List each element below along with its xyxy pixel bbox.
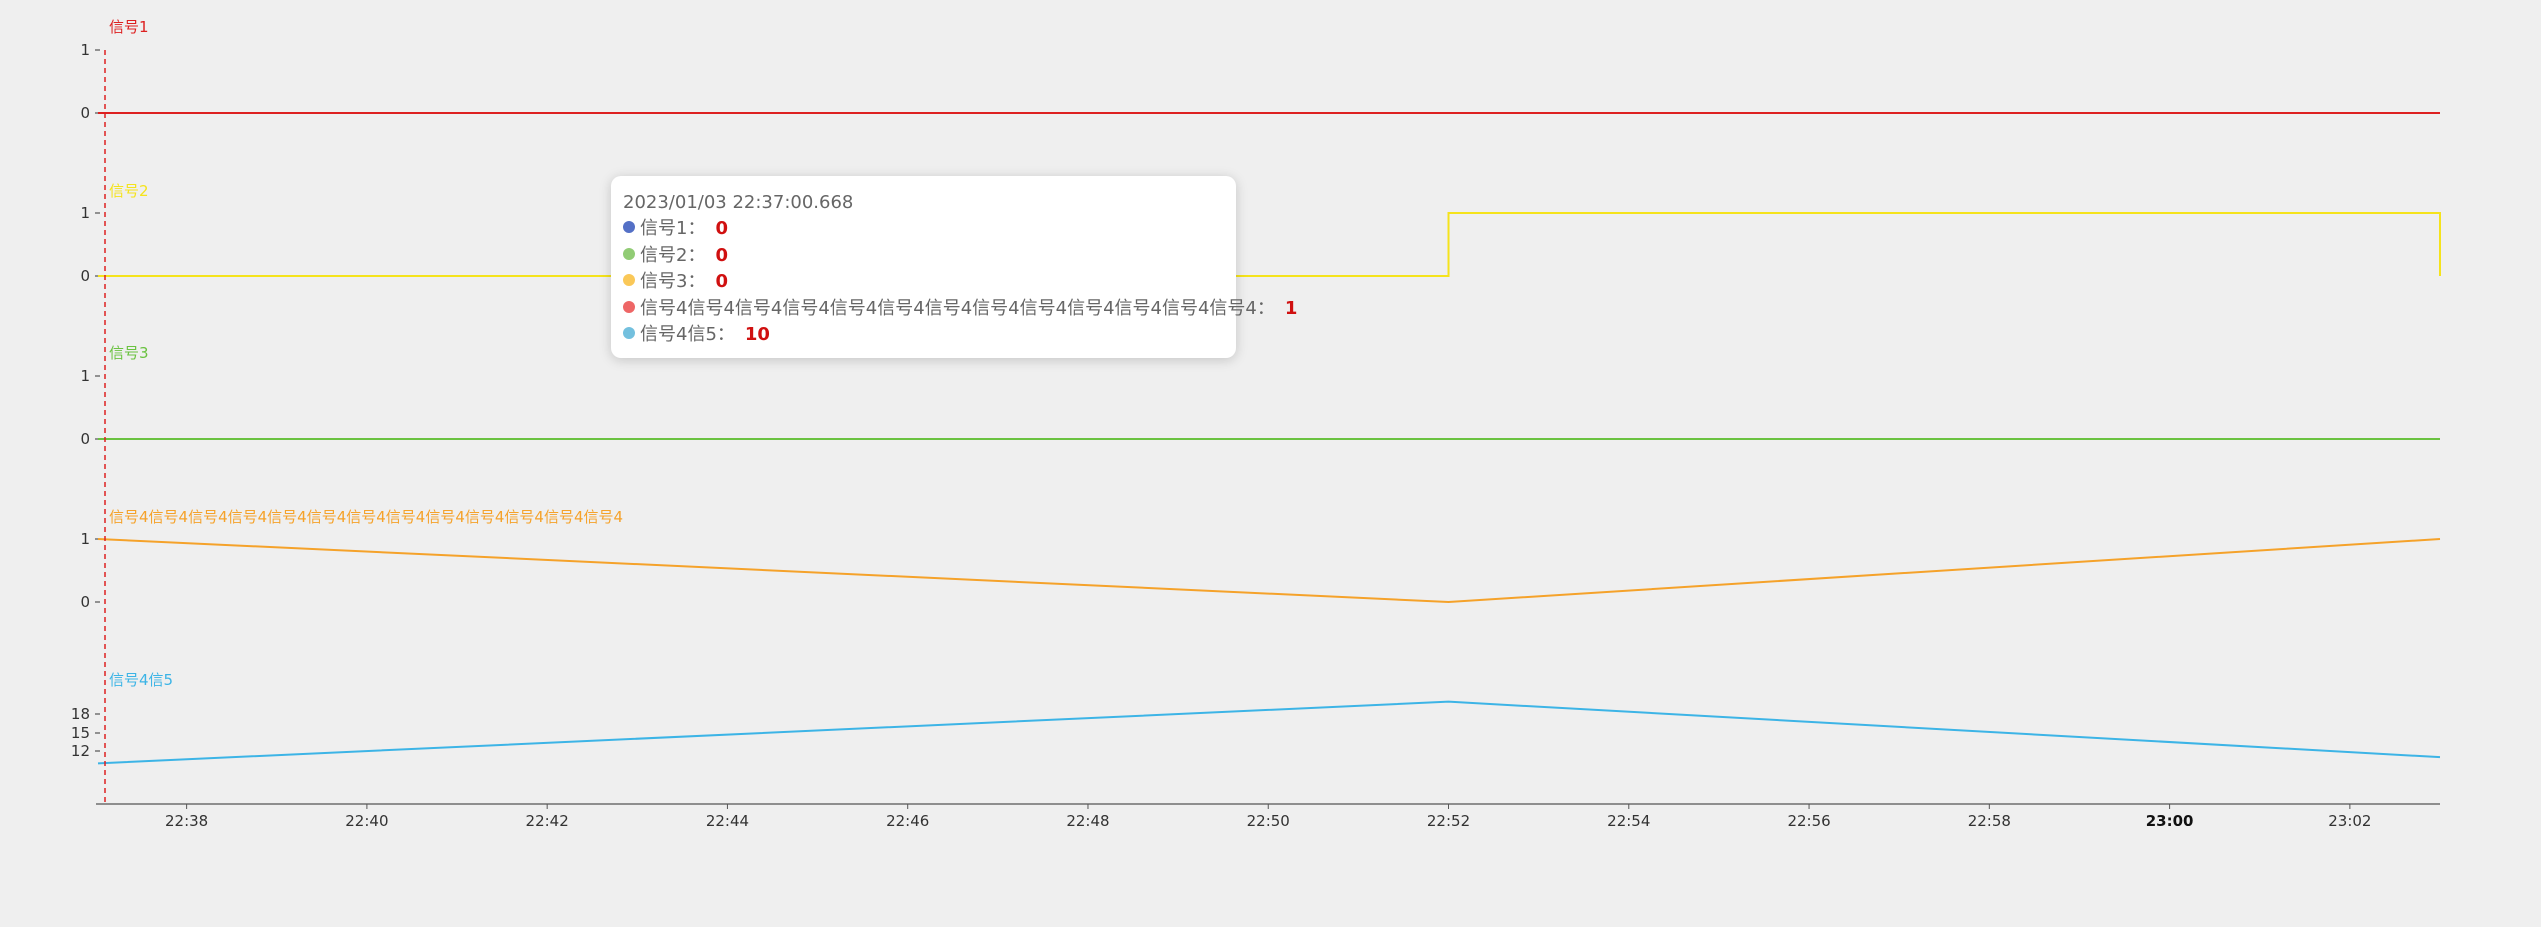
y-tick-label: 18: [71, 705, 90, 723]
y-tick-label: 0: [80, 104, 90, 122]
tooltip-row-label: 信号4信5：: [640, 324, 735, 345]
series-dot-icon: [623, 327, 635, 339]
x-tick-label: 22:38: [165, 812, 208, 830]
y-tick-label: 0: [80, 430, 90, 448]
series-label: 信号4信5: [109, 671, 173, 689]
tooltip-row-label: 信号2：: [640, 244, 706, 266]
series-dot-icon: [623, 300, 635, 313]
series-dot-icon: [623, 247, 635, 260]
x-tick-label: 22:44: [706, 812, 749, 830]
tooltip-row-value: 0: [715, 244, 728, 266]
y-tick-label: 1: [80, 530, 90, 548]
series-line: [97, 700, 2441, 765]
x-tick-label: 22:52: [1427, 812, 1470, 830]
tooltip-row-label: 信号4信号4信号4信号4信号4信号4信号4信号4信号4信号4信号4信号4信号4：: [640, 297, 1275, 319]
tooltip-row-value: 0: [715, 271, 728, 292]
y-tick-label: 1: [80, 367, 90, 385]
tooltip-time: 2023/01/03 22:37:00.668: [623, 192, 854, 213]
signal-chart: 信号110信号210信号310信号4信号4信号4信号4信号4信号4信号4信号4信…: [71, 18, 2441, 830]
signal-panel: 信号3 1 0: [80, 344, 2440, 448]
series-dot-icon: [623, 274, 635, 286]
series-label: 信号3: [109, 344, 149, 362]
x-tick-label: 22:54: [1607, 812, 1650, 830]
x-axis: 22:38 22:40 22:42 22:44 22:46 22:48 22:50 22:52…: [96, 803, 2440, 830]
series-label: 信号2: [109, 182, 149, 200]
signal-panel: 信号2 1 0: [80, 182, 2441, 285]
series-label: 信号1: [109, 18, 149, 36]
tooltip-row: 信号2： 0: [623, 243, 1236, 270]
y-tick-label: 12: [71, 742, 90, 760]
signal-panel: 信号4信号4信号4信号4信号4信号4信号4信号4信号4信号4信号4信号4信号4 1…: [80, 508, 2441, 611]
y-tick-label: 1: [80, 41, 90, 59]
series-line: [97, 538, 2441, 604]
x-tick-label: 23:02: [2328, 812, 2371, 830]
tooltip-row: 信号4信5： 10: [623, 322, 1236, 349]
tooltip-row-value: 1: [1284, 297, 1298, 319]
x-tick-label: 22:42: [526, 812, 569, 830]
y-tick-label: 0: [80, 593, 90, 611]
y-tick-label: 1: [80, 204, 90, 222]
tooltip-row: 信号4信号4信号4信号4信号4信号4信号4信号4信号4信号4信号4信号4信号4：…: [623, 296, 1297, 323]
tooltip-row-value: 10: [744, 324, 770, 345]
x-tick-label: 22:40: [345, 812, 388, 830]
series-label: 信号4信号4信号4信号4信号4信号4信号4信号4信号4信号4信号4信号4信号4: [109, 508, 623, 526]
x-tick-label: 22:46: [886, 812, 929, 830]
x-tick-label: 23:00: [2146, 812, 2194, 830]
signal-panel: 信号1 1 0: [80, 18, 2440, 122]
y-tick-label: 0: [80, 267, 90, 285]
signal-panel: 信号4信5 181512: [71, 671, 2441, 765]
tooltip: 2023/01/03 22:37:00.668 信号1： 0 信号2： 0 信号3：…: [611, 176, 1297, 358]
tooltip-row-label: 信号1：: [640, 218, 706, 239]
tooltip-row-label: 信号3：: [640, 271, 706, 292]
tooltip-row: 信号3： 0: [623, 269, 1236, 296]
x-tick-label: 22:58: [1968, 812, 2011, 830]
tooltip-row: 信号1： 0: [623, 216, 1236, 243]
series-line: [98, 212, 2441, 277]
series-dot-icon: [623, 221, 635, 233]
y-tick-label: 15: [71, 724, 90, 742]
x-tick-label: 22:50: [1247, 812, 1290, 830]
x-tick-label: 22:56: [1787, 812, 1830, 830]
signal-panels: 信号110信号210信号310信号4信号4信号4信号4信号4信号4信号4信号4信…: [71, 18, 2441, 765]
tooltip-row-value: 0: [715, 218, 728, 239]
x-tick-label: 22:48: [1066, 812, 1109, 830]
